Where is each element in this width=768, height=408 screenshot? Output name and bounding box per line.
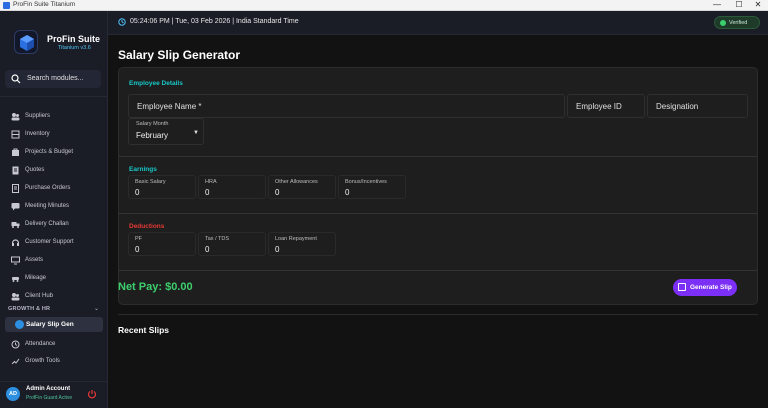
suppliers-icon bbox=[11, 113, 20, 121]
net-pay-display: Net Pay: $0.00 bbox=[118, 281, 193, 293]
mileage-icon bbox=[12, 277, 19, 282]
sidebar-item-growth-tools[interactable]: Growth Tools bbox=[11, 354, 103, 364]
salary-month-select[interactable]: Salary Month February ▼ bbox=[128, 118, 204, 145]
verified-icon bbox=[720, 20, 726, 26]
brand-name: ProFin Suite bbox=[47, 34, 101, 44]
assets-icon bbox=[11, 256, 20, 265]
recent-slips-heading: Recent Slips bbox=[118, 325, 170, 335]
sidebar-item-suppliers[interactable]: Suppliers bbox=[11, 109, 103, 123]
user-name: Admin Account bbox=[26, 386, 71, 392]
close-button[interactable]: ✕ bbox=[747, 0, 768, 10]
salary-form-card: Employee Details Employee Name * Employe… bbox=[118, 67, 758, 305]
sidebar-item-client-hub[interactable]: Client Hub bbox=[11, 289, 103, 303]
other-allowances-field[interactable]: Other Allowances 0 bbox=[268, 175, 336, 199]
main-content: Salary Slip Generator Employee Details E… bbox=[108, 36, 768, 408]
purchase-orders-icon bbox=[12, 184, 19, 193]
section-growth-hr[interactable]: GROWTH & HR bbox=[8, 306, 50, 312]
sidebar-item-attendance[interactable]: Attendance bbox=[11, 337, 103, 351]
projects-icon bbox=[12, 148, 19, 156]
clock-icon bbox=[118, 18, 126, 26]
logo-icon bbox=[14, 30, 38, 54]
sidebar-item-quotes[interactable]: Quotes bbox=[11, 163, 103, 177]
search-icon bbox=[11, 74, 21, 84]
hra-field[interactable]: HRA 0 bbox=[198, 175, 266, 199]
search-placeholder: Search modules... bbox=[27, 75, 84, 82]
chevron-down-icon[interactable]: ⌄ bbox=[94, 305, 99, 312]
sidebar-divider bbox=[0, 96, 107, 97]
sidebar-item-projects[interactable]: Projects & Budget bbox=[11, 145, 103, 159]
search-input[interactable]: Search modules... bbox=[5, 70, 101, 88]
datetime-display: 05:24:06 PM | Tue, 03 Feb 2026 | India S… bbox=[130, 18, 299, 25]
delivery-icon bbox=[11, 222, 20, 228]
slip-icon bbox=[678, 283, 686, 291]
section-divider bbox=[119, 270, 757, 271]
quotes-icon bbox=[12, 166, 19, 175]
generate-slip-button[interactable]: Generate Slip bbox=[673, 279, 737, 296]
support-icon bbox=[11, 239, 20, 246]
dropdown-arrow-icon: ▼ bbox=[193, 130, 199, 136]
designation-field[interactable]: Designation bbox=[647, 94, 748, 118]
attendance-icon bbox=[11, 340, 20, 349]
earnings-heading: Earnings bbox=[129, 166, 157, 173]
bonus-incentives-field[interactable]: Bonus/Incentives 0 bbox=[338, 175, 406, 199]
section-divider bbox=[119, 213, 757, 214]
sidebar-item-delivery-challan[interactable]: Delivery Challan bbox=[11, 217, 103, 231]
content-divider bbox=[118, 314, 758, 315]
user-panel: AD Admin Account ProfFin Guard Active bbox=[0, 381, 107, 408]
loan-repayment-field[interactable]: Loan Repayment 0 bbox=[268, 232, 336, 256]
sidebar-item-inventory[interactable]: Inventory bbox=[11, 127, 103, 141]
sidebar-item-purchase-orders[interactable]: Purchase Orders bbox=[11, 181, 103, 195]
section-divider bbox=[119, 156, 757, 157]
deductions-heading: Deductions bbox=[129, 223, 165, 230]
window-title: ProFin Suite Titanium bbox=[13, 1, 76, 8]
growth-icon bbox=[11, 358, 20, 364]
window-titlebar: ProFin Suite Titanium — ☐ ✕ bbox=[0, 0, 768, 11]
meeting-icon bbox=[11, 203, 20, 211]
inventory-icon bbox=[11, 130, 20, 139]
sidebar-item-mileage[interactable]: Mileage bbox=[11, 271, 103, 285]
sidebar-item-meeting-minutes[interactable]: Meeting Minutes bbox=[11, 199, 103, 213]
employee-name-field[interactable]: Employee Name * bbox=[128, 94, 565, 118]
client-hub-icon bbox=[11, 293, 20, 301]
power-icon[interactable] bbox=[87, 389, 97, 399]
brand: ProFin Suite Titanium v3.6 bbox=[8, 26, 104, 66]
minimize-button[interactable]: — bbox=[706, 0, 728, 10]
sidebar-item-salary-slip-gen[interactable]: Salary Slip Gen bbox=[5, 317, 103, 332]
user-role: ProfFin Guard Active bbox=[26, 395, 73, 401]
page-title: Salary Slip Generator bbox=[118, 48, 241, 62]
brand-version: Titanium v3.6 bbox=[58, 45, 91, 51]
status-badge: Verified bbox=[714, 16, 760, 29]
employee-id-field[interactable]: Employee ID bbox=[567, 94, 645, 118]
sidebar-item-assets[interactable]: Assets bbox=[11, 253, 103, 267]
pf-field[interactable]: PF 0 bbox=[128, 232, 196, 256]
app-icon bbox=[3, 2, 10, 9]
salary-icon bbox=[15, 320, 24, 329]
employee-details-heading: Employee Details bbox=[129, 80, 183, 87]
top-bar: 05:24:06 PM | Tue, 03 Feb 2026 | India S… bbox=[108, 11, 768, 35]
sidebar-item-customer-support[interactable]: Customer Support bbox=[11, 235, 103, 249]
avatar[interactable]: AD bbox=[6, 387, 20, 401]
basic-salary-field[interactable]: Basic Salary 0 bbox=[128, 175, 196, 199]
tax-tds-field[interactable]: Tax / TDS 0 bbox=[198, 232, 266, 256]
sidebar: ProFin Suite Titanium v3.6 Search module… bbox=[0, 11, 108, 408]
